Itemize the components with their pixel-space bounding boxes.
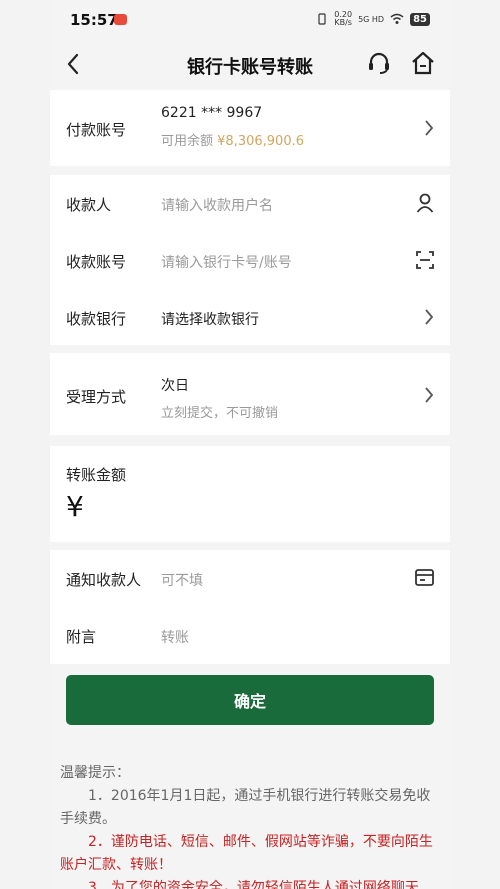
status-bar: 15:57 0.20 KB/s 5G HD 85 <box>50 0 450 40</box>
amount-section[interactable]: 转账金额 ¥ <box>50 446 450 542</box>
home-icon[interactable] <box>410 50 436 76</box>
payer-label: 付款账号 <box>66 121 127 139</box>
payee-name-label: 收款人 <box>66 196 112 214</box>
payee-bank-select[interactable]: 请选择收款银行 <box>161 309 259 329</box>
payer-balance-line: 可用余额 ¥8,306,900.6 <box>161 130 304 149</box>
battery-indicator: 85 <box>410 12 430 26</box>
balance-label: 可用余额 <box>161 134 214 149</box>
notification-icon <box>114 14 127 25</box>
notify-label: 通知收款人 <box>66 571 142 589</box>
payee-name-row[interactable]: 收款人 请输入收款用户名 <box>50 175 450 231</box>
chevron-right-icon[interactable] <box>424 308 434 326</box>
remark-row[interactable]: 附言 转账 <box>50 607 450 663</box>
notify-input[interactable]: 可不填 <box>161 570 203 590</box>
currency-symbol: ¥ <box>66 490 84 523</box>
phone-screen: 15:57 0.20 KB/s 5G HD 85 银行卡账号转账 付款账号 622… <box>50 0 450 889</box>
tip-item-warning: 2．谨防电话、短信、邮件、假网站等诈骗，不要向陌生账户汇款、转账！ <box>60 834 433 873</box>
notify-row[interactable]: 通知收款人 可不填 <box>50 550 450 606</box>
chevron-right-icon[interactable] <box>424 386 434 404</box>
nav-bar: 银行卡账号转账 <box>50 40 450 90</box>
wifi-icon <box>390 13 404 24</box>
method-note: 立刻提交，不可撤销 <box>161 406 279 421</box>
tip-item: 1．2016年1月1日起，通过手机银行进行转账交易免收手续费。 <box>60 788 431 827</box>
network-type: 5G HD <box>358 14 385 24</box>
method-value: 次日 <box>161 378 189 394</box>
customer-service-icon[interactable] <box>366 50 392 76</box>
method-section[interactable]: 受理方式 次日 立刻提交，不可撤销 <box>50 353 450 435</box>
payee-bank-label: 收款银行 <box>66 310 127 328</box>
payee-bank-row[interactable]: 收款银行 请选择收款银行 <box>50 289 450 345</box>
remark-label: 附言 <box>66 628 97 646</box>
status-time: 15:57 <box>70 11 118 29</box>
payee-account-label: 收款账号 <box>66 253 127 271</box>
extra-section: 通知收款人 可不填 附言 转账 <box>50 550 450 664</box>
amount-label: 转账金额 <box>66 466 127 484</box>
network-speed: 0.20 KB/s <box>334 11 352 27</box>
balance-amount: ¥8,306,900.6 <box>217 134 304 149</box>
chevron-right-icon[interactable] <box>424 119 434 137</box>
tips-title: 温馨提示： <box>60 765 130 781</box>
payee-account-input[interactable]: 请输入银行卡号/账号 <box>161 252 292 272</box>
method-label: 受理方式 <box>66 388 127 406</box>
scan-icon[interactable] <box>416 251 434 269</box>
payer-section[interactable]: 付款账号 6221 *** 9967 可用余额 ¥8,306,900.6 <box>50 90 450 166</box>
remark-input[interactable]: 转账 <box>161 627 189 647</box>
speed-unit: KB/s <box>334 18 352 27</box>
payee-name-input[interactable]: 请输入收款用户名 <box>161 195 273 215</box>
confirm-button[interactable]: 确定 <box>66 675 434 725</box>
tips-section: 温馨提示： 1．2016年1月1日起，通过手机银行进行转账交易免收手续费。 2．… <box>60 762 444 889</box>
payee-account-row[interactable]: 收款账号 请输入银行卡号/账号 <box>50 232 450 288</box>
status-indicators: 0.20 KB/s 5G HD 85 <box>316 11 430 27</box>
message-card-icon[interactable] <box>415 569 434 586</box>
payer-account: 6221 *** 9967 <box>161 105 263 121</box>
tip-item-warning: 3．为了您的资金安全，请勿轻信陌生人通过网络聊天 <box>88 880 419 889</box>
payee-section: 收款人 请输入收款用户名 收款账号 请输入银行卡号/账号 收款银行 请选择收款银… <box>50 175 450 345</box>
contact-person-icon[interactable] <box>416 193 434 213</box>
vibrate-icon <box>318 13 326 25</box>
